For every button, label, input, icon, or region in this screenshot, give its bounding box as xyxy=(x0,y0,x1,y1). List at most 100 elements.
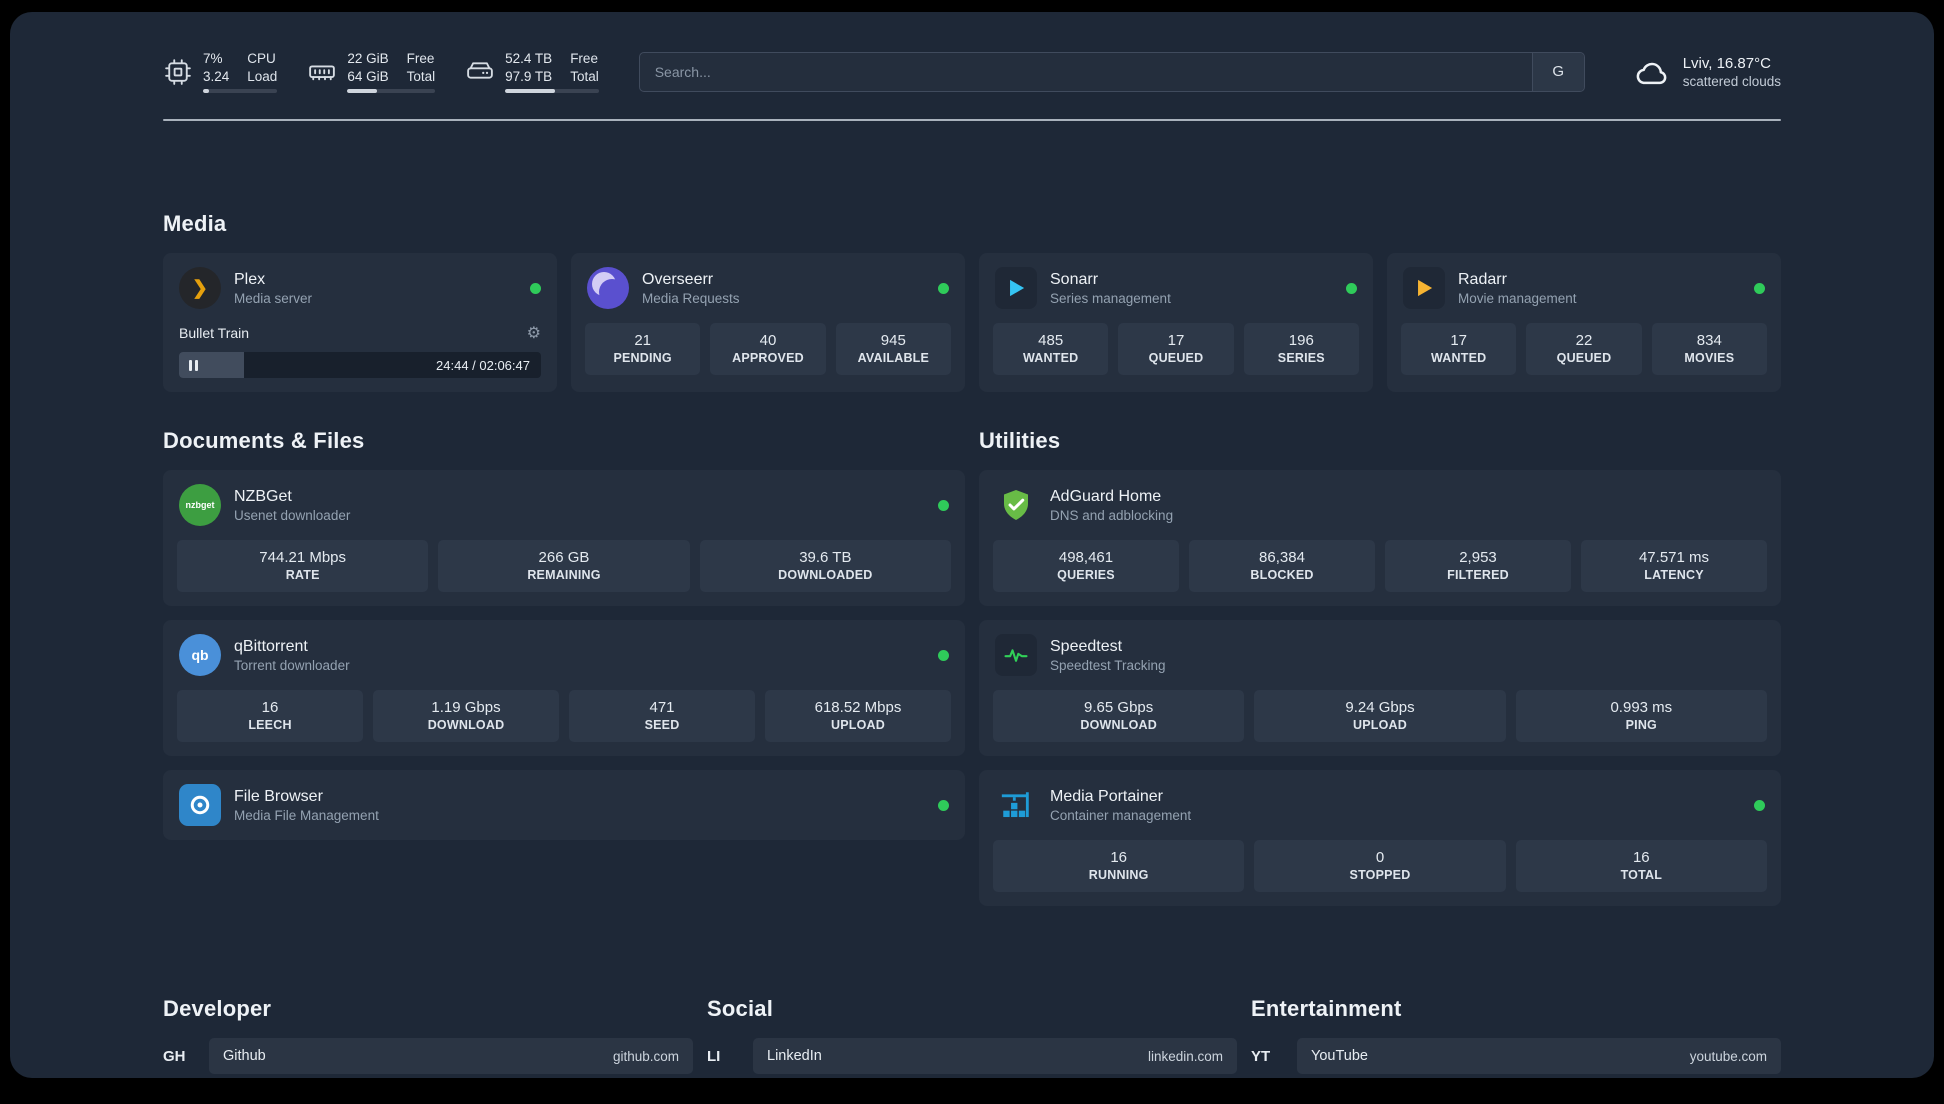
stat-tile: 17 QUEUED xyxy=(1118,323,1234,376)
stat-label: DOWNLOAD xyxy=(1080,718,1157,733)
cpu-progress-bar xyxy=(203,89,278,94)
stat-label: RUNNING xyxy=(1088,868,1149,883)
stat-tile: 9.65 Gbps DOWNLOAD xyxy=(993,690,1245,743)
stat-value: 16 xyxy=(1110,849,1127,867)
service-name[interactable]: Overseerr xyxy=(642,270,740,291)
stat-tile: 498,461 QUERIES xyxy=(993,540,1179,593)
stat-value: 945 xyxy=(880,332,906,350)
overseerr-icon xyxy=(587,267,629,310)
bookmark-group-title: Entertainment xyxy=(1251,996,1402,1022)
stat-label: AVAILABLE xyxy=(857,351,930,366)
service-name[interactable]: File Browser xyxy=(234,787,379,808)
service-card-speedtest[interactable]: Speedtest Speedtest Tracking 9.65 Gbps D… xyxy=(979,620,1781,757)
section-title-utilities: Utilities xyxy=(979,428,1061,454)
stat-value: 196 xyxy=(1288,332,1314,350)
disk-free-label: Free xyxy=(570,51,598,66)
cpu-load-label: Load xyxy=(247,68,278,84)
service-description: Series management xyxy=(1050,290,1171,306)
now-playing-title: Bullet Train xyxy=(179,325,250,342)
bookmark-link-linkedin[interactable]: LinkedIn linkedin.com xyxy=(753,1038,1237,1075)
stat-value: 47.571 ms xyxy=(1638,549,1710,567)
stat-value: 86,384 xyxy=(1259,549,1305,567)
gear-icon[interactable]: ⚙ xyxy=(527,323,541,343)
stat-value: 744.21 Mbps xyxy=(259,549,347,567)
bookmark-link-youtube[interactable]: YouTube youtube.com xyxy=(1297,1038,1781,1075)
stat-label: FILTERED xyxy=(1447,568,1509,583)
stat-label: WANTED xyxy=(1022,351,1079,366)
section-title-documents: Documents & Files xyxy=(163,428,365,454)
nzbget-icon: nzbget xyxy=(179,484,221,527)
screenshot-frame: 7% CPU 3.24 Load 22 GiB Free 64 GiB Tota… xyxy=(0,0,1944,1104)
bookmark-group-entertainment: Entertainment YT YouTube youtube.com NF … xyxy=(1251,996,1781,1078)
service-name[interactable]: qBittorrent xyxy=(234,637,350,658)
stat-tile: 471 SEED xyxy=(569,690,755,743)
stat-value: 9.24 Gbps xyxy=(1345,699,1415,717)
memory-total-label: Total xyxy=(406,68,436,84)
service-description: DNS and adblocking xyxy=(1050,507,1174,523)
cloud-icon xyxy=(1631,52,1671,92)
stat-tile: 0 STOPPED xyxy=(1254,840,1506,893)
bookmark-row: GH Github github.com xyxy=(163,1038,693,1075)
service-name[interactable]: Plex xyxy=(234,270,312,291)
service-card-portainer[interactable]: Media Portainer Container management 16 … xyxy=(979,770,1781,907)
stat-label: SERIES xyxy=(1277,351,1325,366)
stat-tile: 9.24 Gbps UPLOAD xyxy=(1254,690,1506,743)
service-name[interactable]: Media Portainer xyxy=(1050,787,1191,808)
stat-tile: 196 SERIES xyxy=(1243,323,1359,376)
service-name[interactable]: Sonarr xyxy=(1050,270,1171,291)
playback-progress-bar[interactable]: 24:44 / 02:06:47 xyxy=(179,352,541,379)
stat-label: WANTED xyxy=(1430,351,1487,366)
stat-label: LEECH xyxy=(248,718,292,733)
weather-location: Lviv, 16.87°C xyxy=(1682,54,1771,72)
service-name[interactable]: AdGuard Home xyxy=(1050,487,1173,508)
stat-tile: 485 WANTED xyxy=(993,323,1109,376)
stat-tile: 16 RUNNING xyxy=(993,840,1245,893)
service-card-qbittorrent[interactable]: qb qBittorrent Torrent downloader 16 LEE… xyxy=(163,620,965,757)
section-documents: Documents & Files nzbget NZBGet Usenet d… xyxy=(163,428,965,854)
stat-label: DOWNLOAD xyxy=(427,718,505,733)
service-description: Usenet downloader xyxy=(234,507,351,523)
service-card-adguard[interactable]: AdGuard Home DNS and adblocking 498,461 … xyxy=(979,470,1781,607)
stat-value: 9.65 Gbps xyxy=(1084,699,1154,717)
pause-icon[interactable] xyxy=(189,359,198,371)
disk-widget: 52.4 TB Free 97.9 TB Total xyxy=(465,50,599,94)
stat-label: RATE xyxy=(285,568,320,583)
stat-label: SEED xyxy=(644,718,680,733)
memory-widget: 22 GiB Free 64 GiB Total xyxy=(307,50,436,94)
service-name[interactable]: Radarr xyxy=(1458,270,1577,291)
stat-value: 266 GB xyxy=(538,549,590,567)
service-card-sonarr[interactable]: Sonarr Series management 485 WANTED 17 Q… xyxy=(979,253,1373,393)
cpu-load: 3.24 xyxy=(203,68,230,84)
stat-tile: 945 AVAILABLE xyxy=(835,323,951,376)
stat-value: 16 xyxy=(261,699,279,717)
memory-progress-bar xyxy=(347,89,436,94)
stat-value: 618.52 Mbps xyxy=(814,699,902,717)
stat-label: QUEUED xyxy=(1556,351,1612,366)
service-card-overseerr[interactable]: Overseerr Media Requests 21 PENDING 40 A… xyxy=(571,253,965,393)
stat-label: UPLOAD xyxy=(831,718,885,733)
stat-value: 498,461 xyxy=(1058,549,1114,567)
stat-value: 834 xyxy=(1696,332,1722,350)
service-card-filebrowser[interactable]: File Browser Media File Management xyxy=(163,770,965,841)
service-description: Media File Management xyxy=(234,807,379,823)
stat-tile: 618.52 Mbps UPLOAD xyxy=(765,690,951,743)
service-name[interactable]: Speedtest xyxy=(1050,637,1166,658)
disk-icon xyxy=(465,57,495,87)
stat-label: BLOCKED xyxy=(1250,568,1314,583)
cpu-widget: 7% CPU 3.24 Load xyxy=(163,50,278,94)
stat-tile: 1.19 Gbps DOWNLOAD xyxy=(373,690,559,743)
service-name[interactable]: NZBGet xyxy=(234,487,350,508)
service-card-radarr[interactable]: Radarr Movie management 17 WANTED 22 QUE… xyxy=(1387,253,1781,393)
service-card-nzbget[interactable]: nzbget NZBGet Usenet downloader 744.21 M… xyxy=(163,470,965,607)
plex-icon: ❯ xyxy=(179,267,221,310)
cpu-label: CPU xyxy=(247,51,276,66)
stat-value: 0.993 ms xyxy=(1610,699,1673,717)
search-input[interactable] xyxy=(639,52,1532,91)
bookmark-link-github[interactable]: Github github.com xyxy=(209,1038,693,1075)
stat-value: 17 xyxy=(1167,332,1185,350)
stat-label: DOWNLOADED xyxy=(778,568,873,583)
stat-label: LATENCY xyxy=(1644,568,1704,583)
stat-value: 16 xyxy=(1632,849,1650,867)
service-card-plex[interactable]: ❯ Plex Media server Bullet Train ⚙ 24:44… xyxy=(163,253,557,393)
search-provider-button[interactable]: G xyxy=(1531,52,1584,91)
